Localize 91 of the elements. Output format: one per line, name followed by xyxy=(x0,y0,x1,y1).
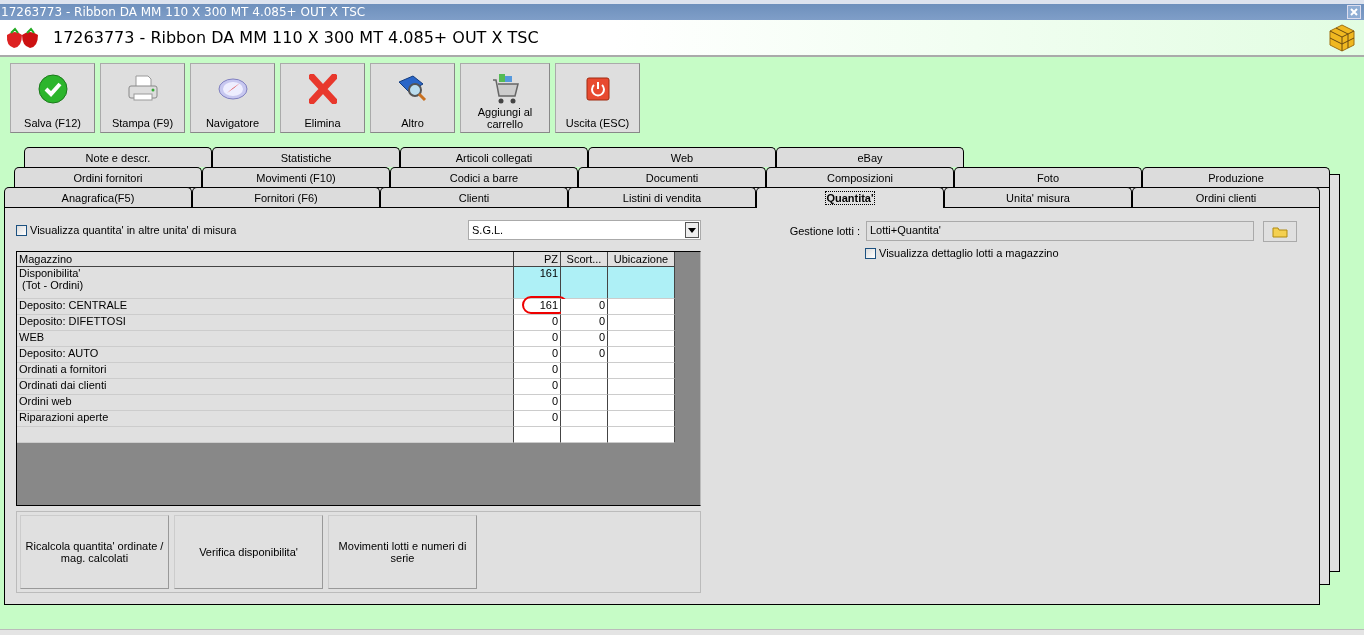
printer-icon xyxy=(125,74,160,104)
table-cell: 0 xyxy=(514,315,561,331)
table-cell xyxy=(561,363,608,379)
table-cell: Ordini web xyxy=(17,395,514,411)
table-cell xyxy=(608,363,675,379)
compass-icon xyxy=(216,75,249,103)
table-cell xyxy=(608,427,675,443)
tab[interactable]: Note e descr. xyxy=(24,147,212,167)
table-cell: Deposito: CENTRALE xyxy=(17,299,514,315)
table-cell xyxy=(561,427,608,443)
tab[interactable]: Ordini fornitori xyxy=(14,167,202,187)
tab[interactable]: Ordini clienti xyxy=(1132,187,1320,207)
close-icon xyxy=(1350,8,1358,16)
table-cell xyxy=(608,267,675,299)
table-cell: 0 xyxy=(514,363,561,379)
table-cell xyxy=(608,315,675,331)
tab[interactable]: Codici a barre xyxy=(390,167,578,187)
tab[interactable]: Foto xyxy=(954,167,1142,187)
table-cell: 0 xyxy=(514,411,561,427)
table-cell xyxy=(561,411,608,427)
toolbar-button[interactable]: Salva (F12) xyxy=(10,63,95,133)
table-cell: 0 xyxy=(514,347,561,363)
table-cell xyxy=(561,395,608,411)
tab[interactable]: Documenti xyxy=(578,167,766,187)
book-magnifier-icon xyxy=(396,74,429,104)
tab[interactable]: Statistiche xyxy=(212,147,400,167)
checkmark-icon xyxy=(37,74,68,104)
shopping-cart-icon xyxy=(490,72,520,106)
lots-field: Lotti+Quantita' xyxy=(866,221,1254,241)
tab[interactable]: Clienti xyxy=(380,187,568,207)
table-cell xyxy=(608,347,675,363)
column-header[interactable]: Scort... xyxy=(561,252,608,267)
window-title: 17263773 - Ribbon DA MM 110 X 300 MT 4.085+ OUT X TSC xyxy=(1,5,366,19)
action-button[interactable]: Movimenti lotti e numeri di serie xyxy=(328,515,477,589)
tab[interactable]: Articoli collegati xyxy=(400,147,588,167)
table-cell: Deposito: AUTO xyxy=(17,347,514,363)
tab[interactable]: Produzione xyxy=(1142,167,1330,187)
table-cell: 0 xyxy=(514,395,561,411)
table-cell: Disponibilita' (Tot - Ordini) xyxy=(17,267,514,299)
checkbox-label: Visualizza dettaglio lotti a magazzino xyxy=(879,247,1059,259)
table-cell: WEB xyxy=(17,331,514,347)
tab[interactable]: Anagrafica(F5) xyxy=(4,187,192,207)
column-header[interactable]: Magazzino xyxy=(17,252,514,267)
table-cell xyxy=(561,379,608,395)
tab[interactable]: eBay xyxy=(776,147,964,167)
table-cell: 0 xyxy=(561,299,608,315)
toolbar-button[interactable]: Navigatore xyxy=(190,63,275,133)
tab[interactable]: Unita' misura xyxy=(944,187,1132,207)
toolbar-button[interactable]: Altro xyxy=(370,63,455,133)
tab[interactable]: Listini di vendita xyxy=(568,187,756,207)
checkbox[interactable] xyxy=(865,247,876,259)
tab[interactable]: Web xyxy=(588,147,776,167)
column-header[interactable]: Ubicazione xyxy=(608,252,675,267)
toolbar-button[interactable]: Stampa (F9) xyxy=(100,63,185,133)
table-cell: 0 xyxy=(561,315,608,331)
tab[interactable]: Composizioni xyxy=(766,167,954,187)
checkbox[interactable] xyxy=(16,224,27,236)
folder-icon xyxy=(1272,224,1288,238)
unit-dropdown[interactable]: S.G.L. xyxy=(468,220,701,240)
table-cell xyxy=(608,411,675,427)
table-cell xyxy=(608,395,675,411)
table-cell xyxy=(561,267,608,299)
tab[interactable]: Fornitori (F6) xyxy=(192,187,380,207)
checkbox-label: Visualizza quantita' in altre unita' di misura xyxy=(30,224,237,236)
cube-icon xyxy=(1328,22,1356,53)
table-cell: 0 xyxy=(561,331,608,347)
table-cell: 161 xyxy=(514,267,561,299)
column-header[interactable]: PZ xyxy=(514,252,561,267)
toolbar-button[interactable]: Aggiungi al carrello xyxy=(460,63,550,133)
action-button[interactable]: Verifica disponibilita' xyxy=(174,515,323,589)
table-cell xyxy=(608,379,675,395)
record-title: 17263773 - Ribbon DA MM 110 X 300 MT 4.085+ OUT X TSC xyxy=(53,28,540,47)
toolbar-button[interactable]: Elimina xyxy=(280,63,365,133)
cross-icon xyxy=(308,74,337,104)
toolbar-button[interactable]: Uscita (ESC) xyxy=(555,63,640,133)
table-cell: 0 xyxy=(514,331,561,347)
table-cell: Ordinati a fornitori xyxy=(17,363,514,379)
table-cell xyxy=(608,331,675,347)
table-cell: 0 xyxy=(514,379,561,395)
table-cell: Riparazioni aperte xyxy=(17,411,514,427)
table-cell xyxy=(514,427,561,443)
tab[interactable]: Movimenti (F10) xyxy=(202,167,390,187)
table-cell: Ordinati dai clienti xyxy=(17,379,514,395)
strawberry-icon xyxy=(5,26,41,49)
power-icon xyxy=(585,77,610,101)
table-cell: 0 xyxy=(561,347,608,363)
field-label: Gestione lotti : xyxy=(788,225,860,237)
action-button[interactable]: Ricalcola quantita' ordinate / mag. calcolati xyxy=(20,515,169,589)
table-cell xyxy=(608,299,675,315)
table-cell: Deposito: DIFETTOSI xyxy=(17,315,514,331)
tab[interactable]: Quantita' xyxy=(756,187,944,208)
